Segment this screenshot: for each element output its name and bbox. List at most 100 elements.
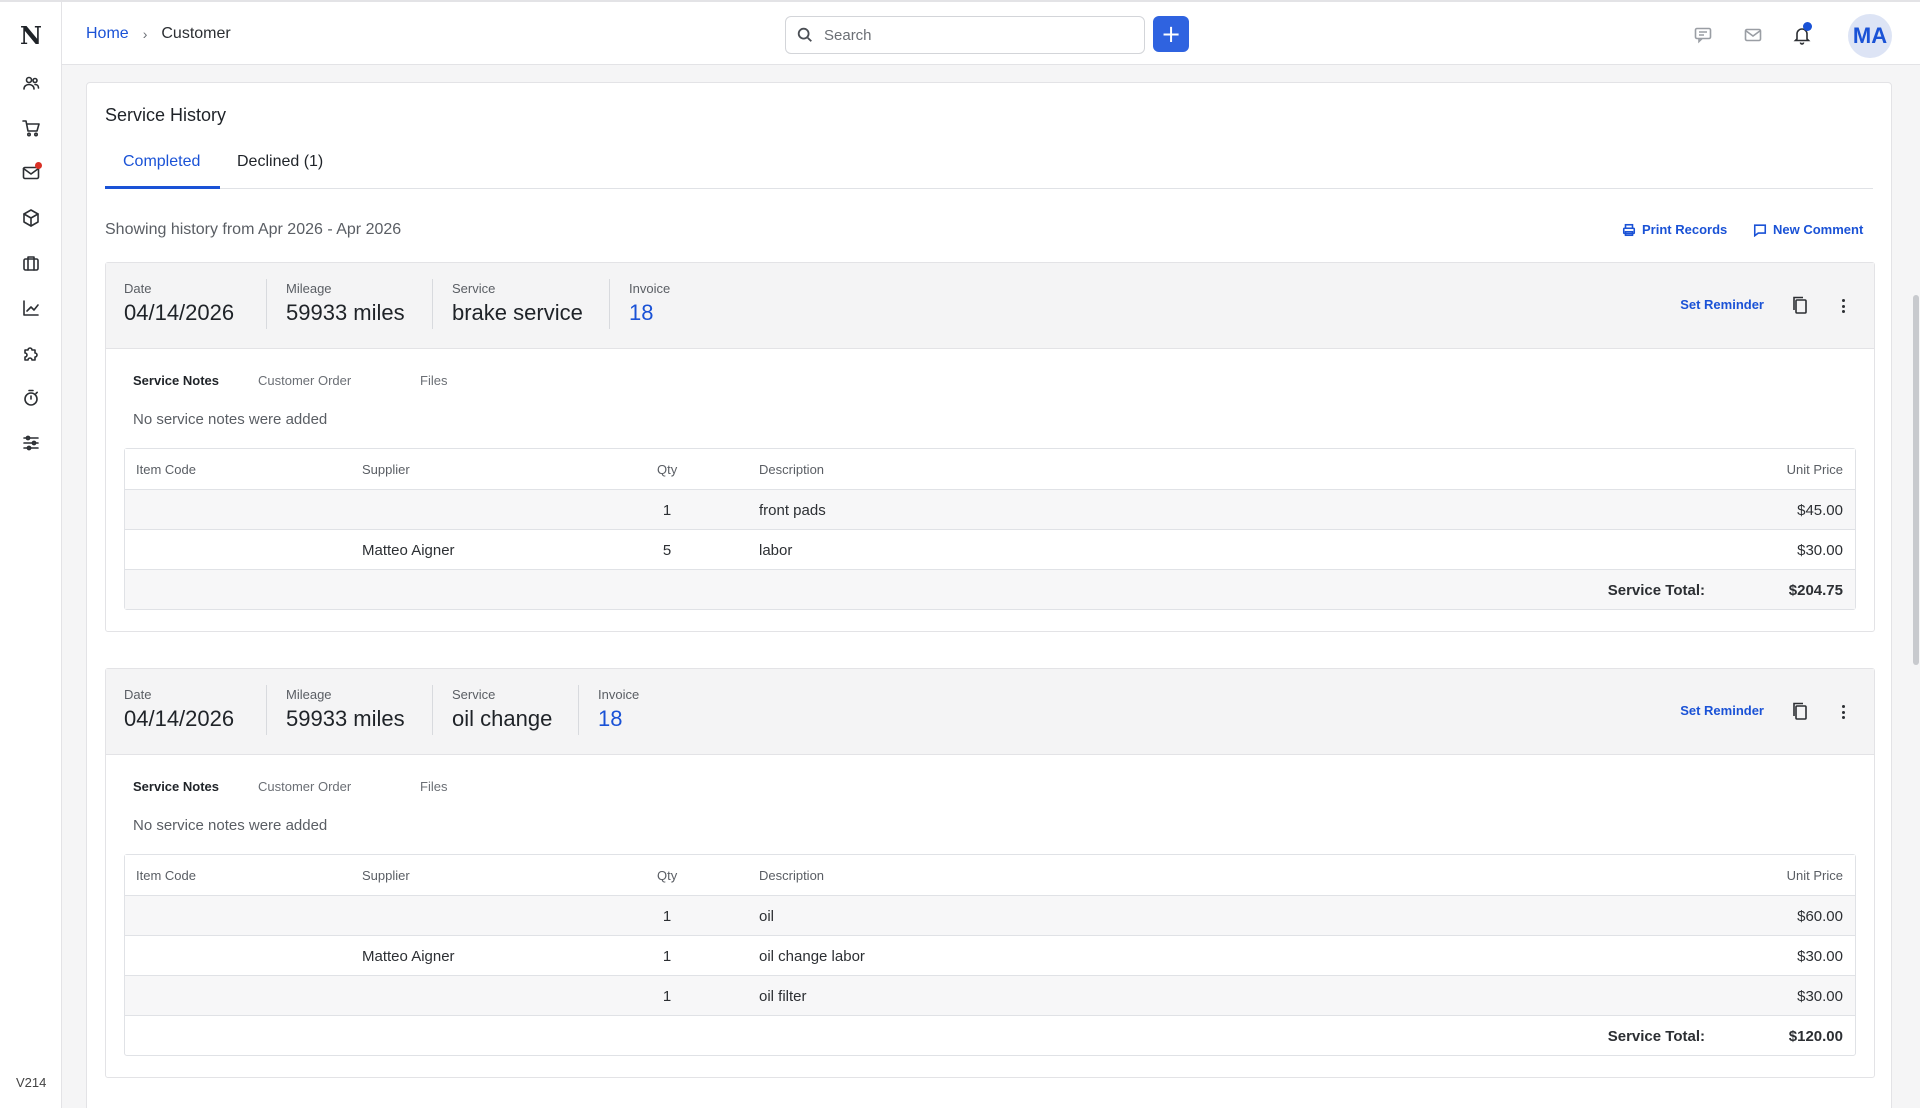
invoice-link[interactable]: 18	[598, 706, 639, 732]
puzzle-icon[interactable]	[16, 338, 46, 368]
bell-icon[interactable]	[1789, 22, 1815, 48]
unit-price-cell: $60.00	[1797, 908, 1843, 925]
total-row: Service Total: $204.75	[125, 569, 1855, 609]
more-options-icon[interactable]	[1836, 295, 1850, 317]
col-item-code: Item Code	[136, 462, 196, 477]
set-reminder-button[interactable]: Set Reminder	[1680, 297, 1764, 312]
divider	[432, 685, 433, 735]
service-history-panel: Service History Completed Declined (1) S…	[86, 82, 1892, 1108]
supplier-cell: Matteo Aigner	[362, 948, 455, 965]
breadcrumb-home[interactable]: Home	[86, 25, 129, 43]
subtab-files[interactable]: Files	[420, 373, 447, 388]
col-description: Description	[759, 462, 825, 477]
bell-notification-dot	[1803, 22, 1812, 31]
mail-notification-dot	[35, 162, 42, 169]
history-range-text: Showing history from Apr 2026 - Apr 2026	[105, 221, 402, 238]
table-row[interactable]: Matteo Aigner 5 labor $30.00	[125, 529, 1855, 569]
description-cell: oil change labor	[759, 948, 865, 965]
unit-price-cell: $30.00	[1797, 542, 1843, 559]
table-header: Item Code Supplier Qty Description Unit …	[125, 855, 1855, 895]
date-value: 04/14/2026	[124, 300, 235, 325]
subtab-customer-order[interactable]: Customer Order	[258, 373, 351, 388]
col-unit-price: Unit Price	[1786, 462, 1843, 477]
table-row[interactable]: 1 oil $60.00	[125, 895, 1855, 935]
table-row[interactable]: 1 oil filter $30.00	[125, 975, 1855, 1015]
service-label: Service	[452, 687, 496, 702]
chart-icon[interactable]	[16, 293, 46, 323]
qty-cell: 1	[662, 908, 672, 925]
copy-icon[interactable]	[1790, 701, 1812, 723]
service-card-header: Date 04/14/2026 Mileage 59933 miles Serv…	[106, 263, 1874, 349]
briefcase-icon[interactable]	[16, 248, 46, 278]
print-records-button[interactable]: Print Records	[1622, 222, 1727, 237]
description-cell: oil filter	[759, 988, 807, 1005]
table-row[interactable]: Matteo Aigner 1 oil change labor $30.00	[125, 935, 1855, 975]
top-header: Home › Customer + MA	[0, 0, 1920, 65]
line-items-table: Item Code Supplier Qty Description Unit …	[124, 854, 1856, 1056]
no-notes-text: No service notes were added	[133, 817, 328, 834]
sliders-icon[interactable]	[16, 428, 46, 458]
qty-cell: 5	[662, 542, 672, 559]
search-box[interactable]	[785, 16, 1145, 54]
tab-declined[interactable]: Declined (1)	[237, 153, 323, 171]
service-label: Service	[452, 281, 496, 296]
scrollbar-thumb[interactable]	[1913, 295, 1919, 665]
qty-cell: 1	[662, 502, 672, 519]
set-reminder-button[interactable]: Set Reminder	[1680, 703, 1764, 718]
chat-icon[interactable]	[1690, 22, 1716, 48]
col-item-code: Item Code	[136, 868, 196, 883]
active-tab-indicator	[105, 186, 220, 189]
app-logo[interactable]: N	[14, 18, 48, 52]
service-field: Service oil change	[452, 687, 552, 732]
unit-price-cell: $30.00	[1797, 948, 1843, 965]
tab-completed[interactable]: Completed	[123, 153, 200, 171]
date-label: Date	[124, 281, 152, 296]
printer-icon	[1622, 223, 1636, 236]
envelope-icon[interactable]	[1740, 22, 1766, 48]
service-total-value: $120.00	[1788, 1028, 1843, 1045]
date-field: Date 04/14/2026	[124, 687, 234, 732]
page-title: Service History	[105, 105, 227, 125]
description-cell: oil	[759, 908, 775, 925]
no-notes-text: No service notes were added	[133, 411, 328, 428]
search-icon	[797, 27, 812, 42]
mail-icon[interactable]	[16, 158, 46, 188]
divider	[266, 279, 267, 329]
top-border	[0, 0, 1920, 2]
invoice-field: Invoice 18	[598, 687, 639, 732]
service-value: brake service	[452, 300, 583, 325]
copy-icon[interactable]	[1790, 295, 1812, 317]
unit-price-cell: $45.00	[1797, 502, 1843, 519]
qty-cell: 1	[662, 988, 672, 1005]
customers-icon[interactable]	[16, 68, 46, 98]
cart-icon[interactable]	[16, 113, 46, 143]
col-description: Description	[759, 868, 825, 883]
mileage-value: 59933 miles	[286, 706, 405, 731]
col-supplier: Supplier	[362, 868, 410, 883]
col-supplier: Supplier	[362, 462, 410, 477]
qty-cell: 1	[662, 948, 672, 965]
date-value: 04/14/2026	[124, 706, 235, 731]
subtab-service-notes[interactable]: Service Notes	[133, 779, 219, 794]
new-comment-button[interactable]: New Comment	[1753, 222, 1863, 237]
unit-price-cell: $30.00	[1797, 988, 1843, 1005]
mileage-label: Mileage	[286, 687, 332, 702]
subtab-service-notes[interactable]: Service Notes	[133, 373, 219, 388]
invoice-link[interactable]: 18	[629, 300, 670, 326]
service-field: Service brake service	[452, 281, 583, 326]
subtab-customer-order[interactable]: Customer Order	[258, 779, 351, 794]
avatar[interactable]: MA	[1848, 14, 1892, 58]
service-card-header: Date 04/14/2026 Mileage 59933 miles Serv…	[106, 669, 1874, 755]
supplier-cell: Matteo Aigner	[362, 542, 455, 559]
new-comment-label: New Comment	[1773, 222, 1864, 237]
box-icon[interactable]	[16, 203, 46, 233]
search-input[interactable]	[824, 26, 1124, 44]
table-row[interactable]: 1 front pads $45.00	[125, 489, 1855, 529]
timer-icon[interactable]	[16, 383, 46, 413]
invoice-field: Invoice 18	[629, 281, 670, 326]
service-total-value: $204.75	[1788, 582, 1843, 599]
description-cell: labor	[759, 542, 793, 559]
add-button[interactable]: +	[1153, 16, 1189, 52]
subtab-files[interactable]: Files	[420, 779, 447, 794]
more-options-icon[interactable]	[1836, 701, 1850, 723]
